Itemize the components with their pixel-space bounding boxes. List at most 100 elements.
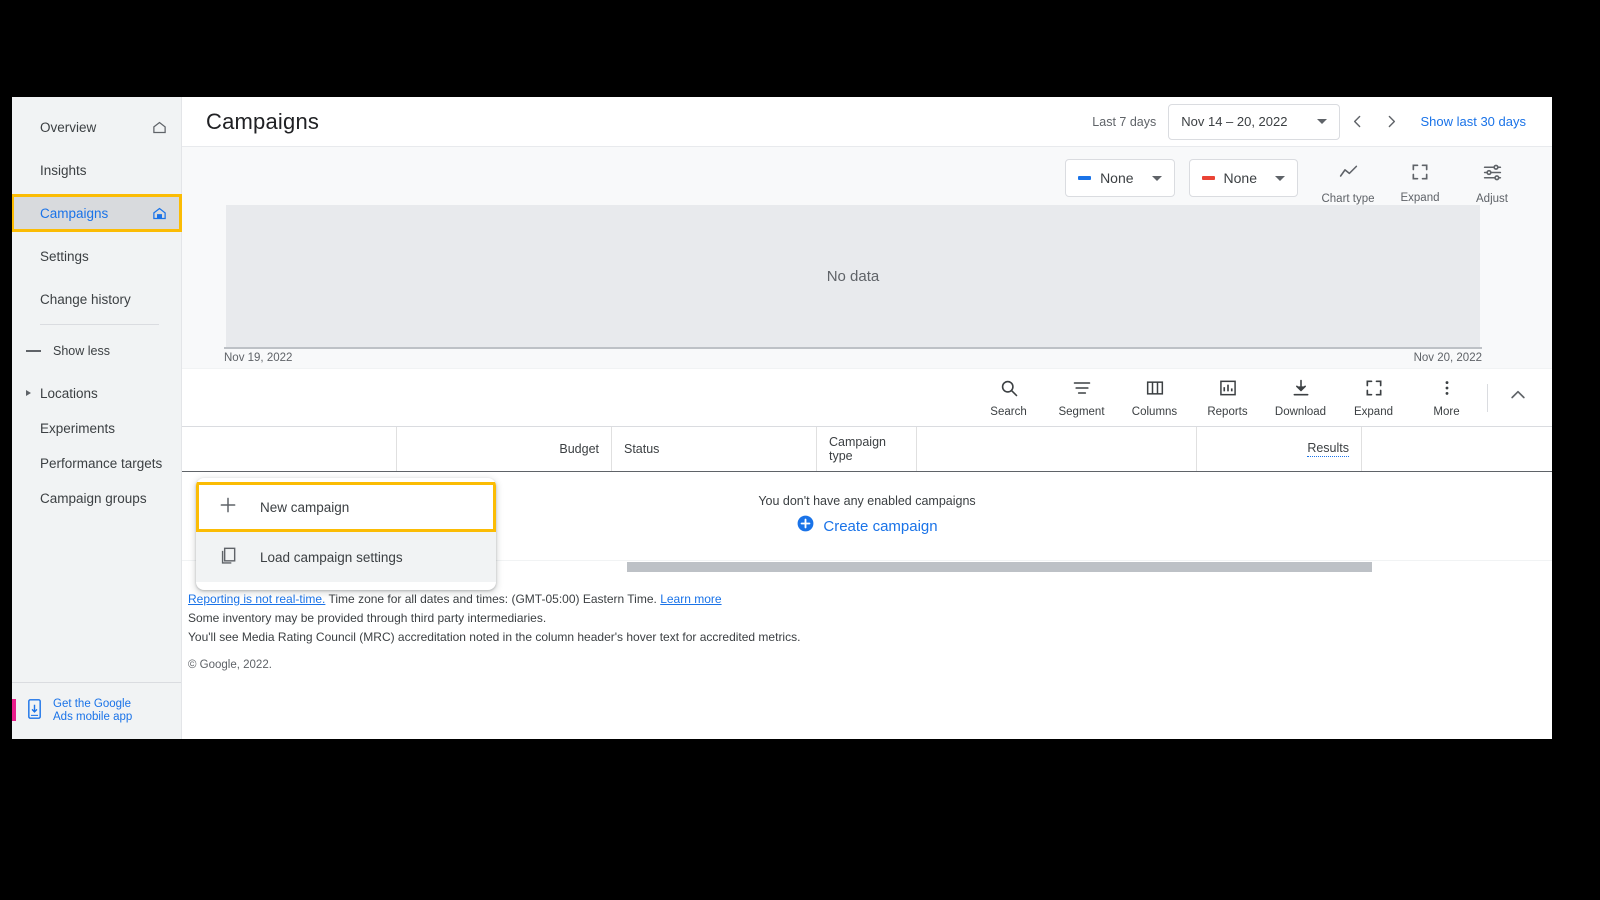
chart-type-button[interactable]: Chart type [1312, 159, 1384, 205]
toolbar-divider [1487, 383, 1488, 412]
sidebar-item-experiments[interactable]: Experiments [12, 416, 181, 442]
date-controls: Last 7 days Nov 14 – 20, 2022 Show last … [1092, 103, 1526, 140]
table-col-results[interactable]: Results [1197, 427, 1362, 471]
table-col-name[interactable] [182, 427, 397, 471]
sidebar-show-less-button[interactable]: Show less [12, 335, 181, 367]
show-less-label: Show less [53, 344, 110, 358]
minus-icon [26, 350, 41, 352]
chart-x-axis-line [224, 347, 1482, 349]
date-range-value: Nov 14 – 20, 2022 [1181, 114, 1288, 129]
table-col-label: Results [1307, 441, 1349, 457]
columns-icon [1145, 378, 1165, 403]
scrollbar-thumb[interactable] [627, 562, 1372, 572]
chevron-down-icon [1151, 175, 1162, 181]
chart-expand-button[interactable]: Expand [1384, 159, 1456, 204]
table-col-campaign-type[interactable]: Campaign type [817, 427, 917, 471]
plus-circle-icon [796, 514, 815, 538]
reports-button[interactable]: Reports [1191, 378, 1264, 418]
sidebar-item-settings[interactable]: Settings [12, 238, 181, 274]
axis-tick-end: Nov 20, 2022 [1413, 352, 1482, 364]
mobile-download-icon [26, 698, 43, 725]
plus-icon [218, 495, 238, 520]
create-campaign-button[interactable]: Create campaign [796, 514, 938, 538]
date-range-picker[interactable]: Nov 14 – 20, 2022 [1168, 103, 1341, 140]
show-last-30-days-link[interactable]: Show last 30 days [1420, 114, 1526, 129]
chevron-down-icon [1275, 175, 1285, 181]
segment-icon [1072, 378, 1092, 403]
menu-item-label: Load campaign settings [260, 549, 403, 565]
table-col-spacer [917, 427, 1197, 471]
more-vert-icon [1437, 378, 1457, 403]
chart-adjust-label: Adjust [1476, 193, 1508, 205]
table-expand-button[interactable]: Expand [1337, 378, 1410, 418]
copy-icon [218, 545, 238, 570]
sidebar-item-label: Overview [40, 119, 97, 135]
download-button[interactable]: Download [1264, 378, 1337, 418]
metric-primary-label: None [1100, 170, 1134, 186]
menu-item-new-campaign[interactable]: New campaign [196, 482, 496, 532]
menu-item-load-campaign-settings[interactable]: Load campaign settings [196, 532, 496, 582]
menu-item-label: New campaign [260, 499, 350, 515]
next-period-button[interactable] [1374, 105, 1408, 139]
home-filled-icon [152, 206, 167, 221]
collapse-panel-button[interactable] [1498, 385, 1538, 410]
sidebar-item-campaign-groups[interactable]: Campaign groups [12, 486, 181, 512]
sidebar-item-overview[interactable]: Overview [12, 109, 181, 145]
line-chart-icon [1338, 162, 1359, 188]
chart-plot-area: No data [226, 205, 1480, 347]
sidebar-item-label: Experiments [40, 421, 116, 436]
chart-type-label: Chart type [1321, 193, 1375, 205]
expand-icon [1410, 162, 1430, 187]
learn-more-link[interactable]: Learn more [660, 592, 721, 606]
chart-expand-label: Expand [1400, 192, 1440, 204]
search-button[interactable]: Search [972, 378, 1045, 418]
table-header-row: Budget Status Campaign type Results [182, 426, 1552, 472]
mobile-app-label[interactable]: Get the Google Ads mobile app [53, 698, 132, 725]
metric-secondary-display: None [1201, 170, 1257, 186]
chevron-up-icon [1508, 385, 1528, 410]
table-col-budget[interactable]: Budget [397, 427, 612, 471]
metric-selector-secondary[interactable]: None [1188, 159, 1298, 197]
page-title: Campaigns [206, 108, 320, 134]
table-col-status[interactable]: Status [612, 427, 817, 471]
reports-label: Reports [1207, 405, 1248, 418]
more-button[interactable]: More [1410, 378, 1483, 418]
table-toolbar: Search Segment Columns Reports Download … [182, 368, 1552, 426]
chevron-down-icon [1317, 119, 1328, 124]
sidebar-item-performance-targets[interactable]: Performance targets [12, 451, 181, 477]
mobile-app-promo[interactable]: Get the Google Ads mobile app [12, 682, 181, 739]
sidebar-nav-list: Overview Insights Campaigns Settings Cha… [12, 97, 182, 521]
create-campaign-label: Create campaign [823, 517, 938, 535]
table-col-label: Campaign type [829, 435, 886, 463]
sidebar-item-campaigns[interactable]: Campaigns [12, 194, 182, 232]
segment-button[interactable]: Segment [1045, 378, 1118, 418]
chart-adjust-button[interactable]: Adjust [1456, 159, 1528, 205]
table-expand-label: Expand [1353, 405, 1393, 418]
footer-line-3: You'll see Media Rating Council (MRC) ac… [188, 630, 801, 644]
more-label: More [1433, 405, 1460, 418]
sidebar-item-change-history[interactable]: Change history [12, 281, 181, 317]
previous-period-button[interactable] [1340, 105, 1374, 139]
mobile-app-line1: Get the Google [53, 697, 131, 710]
footer-line-1: Reporting is not real-time. Time zone fo… [188, 590, 1552, 609]
adjust-sliders-icon [1482, 162, 1503, 188]
table-col-trailing [1362, 427, 1492, 471]
main-content: Campaigns Last 7 days Nov 14 – 20, 2022 [182, 97, 1552, 739]
sidebar-item-locations[interactable]: Locations [12, 381, 181, 407]
axis-tick-start: Nov 19, 2022 [224, 352, 293, 364]
columns-label: Columns [1131, 405, 1178, 418]
columns-button[interactable]: Columns [1118, 378, 1191, 418]
metric-primary-display: None [1078, 170, 1134, 186]
mobile-app-line2: Ads mobile app [53, 711, 133, 723]
download-icon [1291, 378, 1311, 403]
reporting-not-realtime-link[interactable]: Reporting is not real-time. [188, 592, 325, 606]
metric-color-swatch-blue [1078, 176, 1092, 180]
sidebar-item-label: Settings [40, 248, 89, 264]
metric-selector-primary[interactable]: None [1065, 159, 1175, 197]
chevron-right-icon [26, 390, 31, 396]
sidebar-item-label: Insights [40, 162, 87, 178]
sidebar-item-insights[interactable]: Insights [12, 152, 181, 188]
footer-line-2: Some inventory may be provided through t… [188, 611, 547, 625]
search-label: Search [990, 405, 1027, 418]
page-header: Campaigns Last 7 days Nov 14 – 20, 2022 [182, 97, 1552, 147]
